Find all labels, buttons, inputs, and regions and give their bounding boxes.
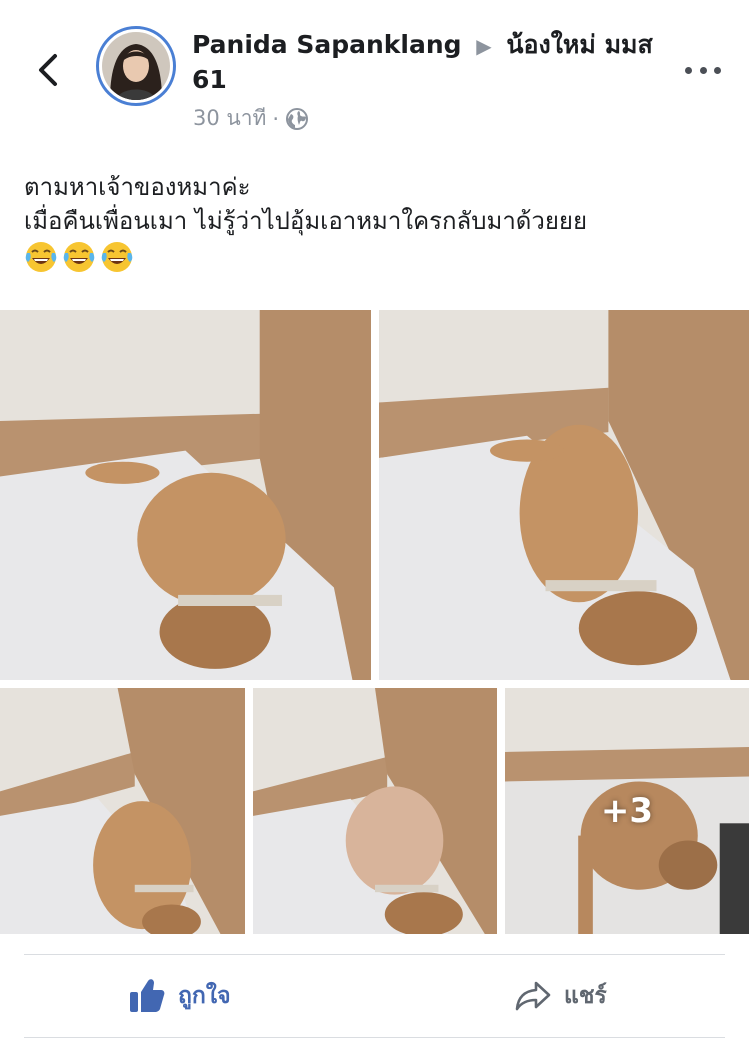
tears-of-joy-emoji-icon bbox=[25, 242, 57, 272]
post-text: ตามหาเจ้าของหมาค่ะ เมื่อคืนเพื่อนเมา ไม่… bbox=[24, 170, 729, 274]
tears-of-joy-emoji-icon bbox=[63, 242, 95, 272]
share-label: แชร์ bbox=[564, 983, 607, 1009]
post-photo-4[interactable] bbox=[253, 688, 497, 934]
post-meta: 30 นาที · bbox=[193, 102, 309, 135]
back-button[interactable] bbox=[28, 50, 68, 90]
like-button[interactable]: ถูกใจ bbox=[128, 966, 231, 1026]
author-avatar[interactable] bbox=[96, 26, 176, 106]
post-photo-3[interactable] bbox=[0, 688, 245, 934]
thumbs-up-icon bbox=[130, 979, 165, 1012]
chevron-left-icon bbox=[39, 54, 57, 86]
more-dots-icon bbox=[685, 66, 692, 74]
post-author-line: Panida Sapanklang ▶ น้องใหม่ มมส 61 bbox=[192, 28, 662, 97]
play-arrow-icon: ▶ bbox=[476, 34, 492, 58]
more-photos-overlay[interactable]: +3 bbox=[505, 688, 749, 934]
author-name[interactable]: Panida Sapanklang bbox=[192, 30, 462, 59]
globe-icon bbox=[286, 107, 309, 130]
post-photo-2[interactable] bbox=[379, 310, 749, 680]
post-photo-1[interactable] bbox=[0, 310, 371, 680]
emoji-row bbox=[24, 240, 729, 274]
divider bbox=[24, 1037, 725, 1038]
post-photo-5[interactable]: +3 bbox=[505, 688, 749, 934]
timestamp[interactable]: 30 นาที bbox=[193, 102, 266, 135]
post-line-1: ตามหาเจ้าของหมาค่ะ bbox=[24, 173, 251, 201]
share-arrow-icon bbox=[515, 981, 551, 1011]
tears-of-joy-emoji-icon bbox=[101, 242, 133, 272]
more-options-button[interactable] bbox=[685, 58, 721, 82]
share-button[interactable]: แชร์ bbox=[514, 966, 607, 1026]
divider bbox=[24, 954, 725, 955]
post-line-2: เมื่อคืนเพื่อนเมา ไม่รู้ว่าไปอุ้มเอาหมาใ… bbox=[24, 207, 588, 235]
like-label: ถูกใจ bbox=[178, 983, 231, 1009]
meta-separator: · bbox=[272, 106, 280, 131]
